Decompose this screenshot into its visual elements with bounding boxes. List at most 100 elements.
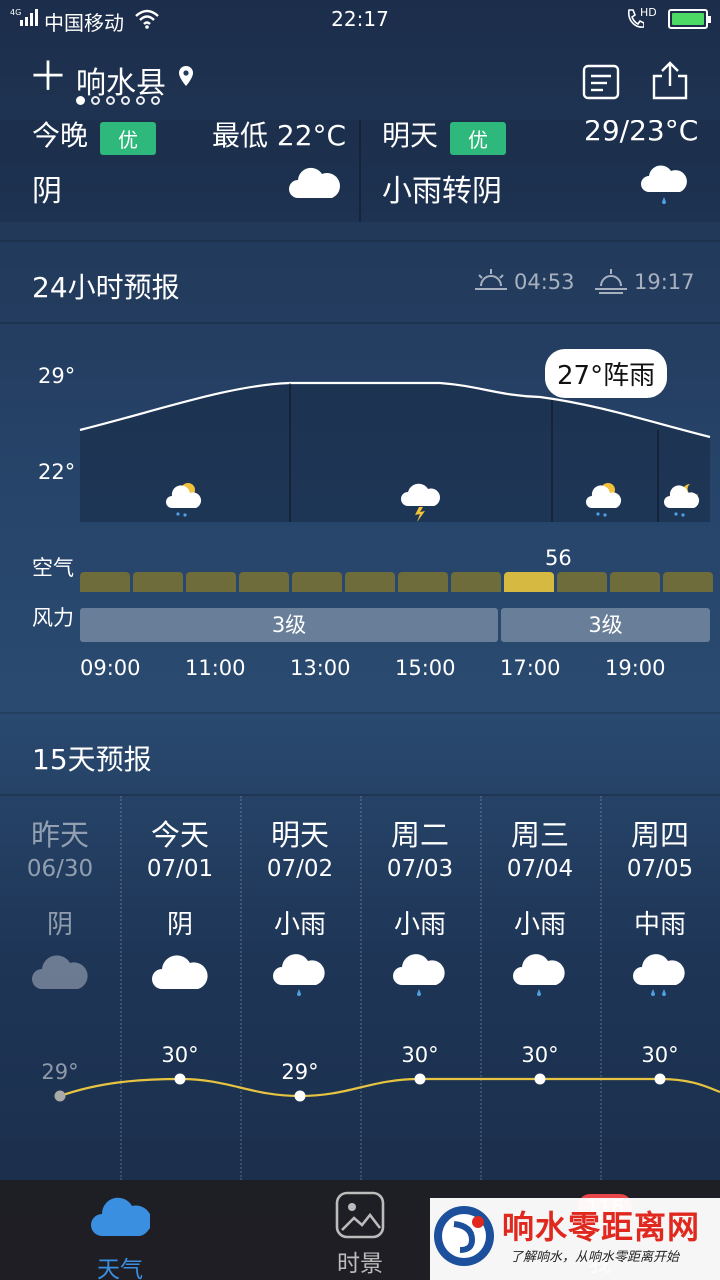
day-name: 周三: [510, 818, 569, 852]
day-name: 昨天: [30, 818, 89, 852]
page-dot: [136, 96, 145, 105]
hour-label: 15:00: [395, 656, 456, 680]
today-tomorrow-summary[interactable]: 今晚 优 最低 22°C 阴 明天 优 29/23°C 小雨转阴: [0, 120, 720, 222]
air-quality-bar: [663, 572, 713, 592]
air-quality-bar: [451, 572, 501, 592]
sunset-time: 19:17: [634, 270, 695, 294]
tomorrow-temp: 29/23°C: [584, 120, 699, 147]
high-temp-point: [174, 1073, 186, 1085]
high-temperature-line: [59, 1077, 720, 1098]
hourly-tooltip: 27°阵雨: [545, 349, 668, 398]
hour-label: 13:00: [290, 656, 351, 680]
sunrise-time: 04:53: [514, 270, 575, 294]
day-name: 明天: [270, 818, 329, 852]
daily-forecast-item[interactable]: 昨天 06/30 阴: [0, 812, 120, 1005]
share-icon[interactable]: [650, 60, 690, 100]
watermark-title: 响水零距离网: [502, 1208, 701, 1246]
section-divider: [0, 322, 720, 324]
daily-high-temperature-chart: [54, 1073, 720, 1102]
high-temp-point: [534, 1073, 546, 1085]
moderate-rain-icon: [633, 954, 685, 996]
high-temp-point: [654, 1073, 666, 1085]
day-name: 今天: [150, 818, 209, 852]
air-quality-bar: [504, 572, 554, 592]
tonight-condition: 阴: [32, 174, 62, 209]
wind-label: 风力: [32, 606, 74, 630]
scenery-photo-icon: [335, 1191, 385, 1239]
light-rain-icon: [513, 954, 565, 996]
day-condition: 中雨: [633, 910, 686, 940]
hd-indicator: HD: [640, 6, 657, 19]
high-temp-point: [414, 1073, 426, 1085]
daily-forecast-item[interactable]: 周三 07/04 小雨: [480, 812, 600, 1005]
air-quality-bar: [80, 572, 130, 592]
hour-label: 19:00: [605, 656, 666, 680]
cloud-icon: [152, 955, 208, 989]
page-dot: [76, 96, 85, 105]
site-logo-icon: [434, 1206, 494, 1266]
air-quality-value: 56: [545, 546, 572, 570]
wind-level-bar: 3级: [501, 608, 710, 642]
air-quality-bar: [239, 572, 289, 592]
air-quality-bars[interactable]: [80, 572, 713, 592]
page-dot: [151, 96, 160, 105]
wind-bars[interactable]: 3级 3级: [80, 608, 710, 642]
light-rain-icon: [393, 954, 445, 996]
cloud-icon: [32, 955, 88, 989]
day-date: 07/04: [506, 856, 574, 882]
daily-forecast-item[interactable]: 周四 07/05 中雨: [600, 812, 720, 1005]
page-dot: [106, 96, 115, 105]
daily-forecast-item[interactable]: 今天 07/01 阴: [120, 812, 240, 1005]
location-pin-icon: [179, 66, 193, 86]
watermark-subtitle: 了解响水，从响水零距离开始: [510, 1250, 680, 1265]
high-temp-point: [54, 1090, 66, 1102]
tonight-label: 今晚: [32, 120, 89, 152]
add-city-button[interactable]: ＋: [28, 54, 68, 100]
summary-divider: [359, 120, 361, 222]
light-rain-icon: [641, 165, 687, 204]
page-dot: [91, 96, 100, 105]
day-condition: 阴: [166, 910, 193, 940]
daily-title: 15天预报: [32, 743, 152, 776]
weather-tab-icon: [91, 1197, 152, 1236]
day-condition: 小雨: [273, 910, 326, 940]
hourly-title: 24小时预报: [32, 271, 180, 304]
section-divider: [0, 240, 720, 242]
tonight-aqi-badge: 优: [100, 122, 156, 155]
tomorrow-condition: 小雨转阴: [382, 174, 502, 209]
day-date: 06/30: [26, 856, 94, 882]
hour-label: 17:00: [500, 656, 561, 680]
city-page-indicator[interactable]: [76, 96, 160, 105]
air-quality-bar: [292, 572, 342, 592]
daily-forecast-item[interactable]: 周二 07/03 小雨: [360, 812, 480, 1005]
air-quality-bar: [133, 572, 183, 592]
day-date: 07/03: [386, 856, 454, 882]
nav-weather-label: 天气: [97, 1257, 143, 1280]
day-condition: 小雨: [393, 910, 446, 940]
day-date: 07/02: [266, 856, 334, 882]
site-watermark: 响水零距离网 了解响水，从响水零距离开始: [430, 1198, 720, 1280]
page-dot: [121, 96, 130, 105]
status-bar: 4G 中国移动 22:17 HD: [0, 0, 720, 40]
news-list-icon[interactable]: [582, 64, 620, 100]
daily-forecast-item[interactable]: 明天 07/02 小雨: [240, 812, 360, 1005]
battery-icon: [668, 9, 711, 29]
tomorrow-label: 明天: [382, 120, 439, 152]
day-name: 周四: [630, 818, 689, 852]
air-quality-bar: [398, 572, 448, 592]
high-temp-point: [294, 1090, 306, 1102]
tomorrow-aqi-badge: 优: [450, 122, 506, 155]
air-quality-bar: [186, 572, 236, 592]
day-condition: 阴: [46, 910, 73, 940]
air-quality-label: 空气: [32, 556, 74, 580]
day-date: 07/01: [146, 856, 214, 882]
light-rain-icon: [273, 954, 325, 996]
hour-label: 11:00: [185, 656, 246, 680]
day-date: 07/05: [626, 856, 694, 882]
air-quality-bar: [345, 572, 395, 592]
hour-label: 09:00: [80, 656, 141, 680]
tonight-temp: 最低 22°C: [212, 120, 347, 152]
nav-weather-tab[interactable]: 天气: [0, 1180, 240, 1280]
clock: 22:17: [331, 7, 389, 31]
air-quality-bar: [610, 572, 660, 592]
